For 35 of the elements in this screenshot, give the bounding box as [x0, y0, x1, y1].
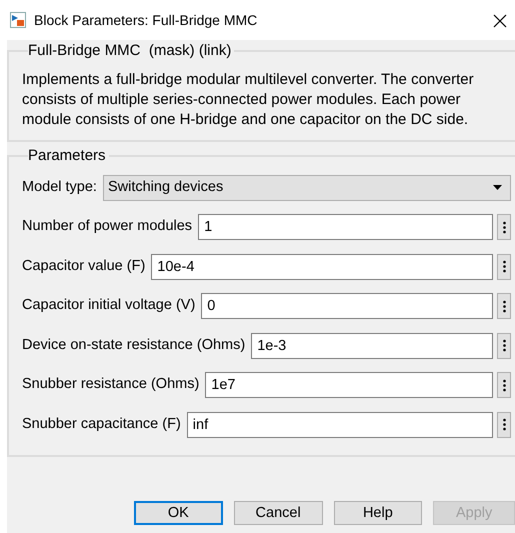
vertical-dots-icon	[502, 260, 506, 274]
options-button[interactable]	[497, 293, 511, 320]
model-type-dropdown[interactable]: Switching devices	[102, 174, 511, 201]
value-input[interactable]: 1	[198, 214, 493, 240]
window-title: Block Parameters: Full-Bridge MMC	[34, 10, 258, 30]
vertical-dots-icon	[502, 418, 506, 432]
field-label: Model type:	[22, 178, 97, 197]
block-description: Implements a full-bridge modular multilevel converter. The converter consists of multiple series-connected power modules. Each power module consists of one H-bridge and one capacitor on the DC side.	[22, 70, 475, 130]
field-label: Snubber capacitance (F)	[22, 414, 181, 434]
value-input[interactable]: 0	[201, 293, 493, 320]
vertical-dots-icon	[502, 378, 506, 392]
group-title: Full-Bridge MMC (mask) (link)	[28, 43, 232, 60]
dialog-button[interactable]: Help	[334, 500, 422, 524]
group-title: Parameters	[28, 148, 107, 164]
field-label: Capacitor value (F)	[22, 256, 146, 276]
vertical-dots-icon	[502, 300, 506, 313]
options-button[interactable]	[497, 372, 511, 398]
field-label: Number of power modules	[22, 217, 192, 236]
dialog-button[interactable]: Cancel	[234, 500, 322, 524]
field-label: Snubber resistance (Ohms)	[22, 375, 200, 394]
field-label: Capacitor initial voltage (V)	[22, 296, 196, 316]
dialog-button[interactable]: OK	[134, 500, 223, 524]
vertical-dots-icon	[502, 220, 506, 234]
value-input[interactable]: inf	[186, 412, 493, 438]
value-input[interactable]: 10e-4	[151, 254, 493, 280]
field-label: Device on-state resistance (Ohms)	[22, 336, 246, 355]
value-input[interactable]: 1e-3	[251, 332, 493, 359]
vertical-dots-icon	[502, 339, 506, 352]
options-button[interactable]	[497, 332, 511, 359]
caret-icon	[493, 185, 502, 190]
options-button[interactable]	[497, 412, 511, 438]
options-button[interactable]	[497, 214, 511, 240]
app-icon	[10, 12, 26, 28]
options-button[interactable]	[497, 254, 511, 280]
value-input[interactable]: 1e7	[205, 372, 493, 398]
